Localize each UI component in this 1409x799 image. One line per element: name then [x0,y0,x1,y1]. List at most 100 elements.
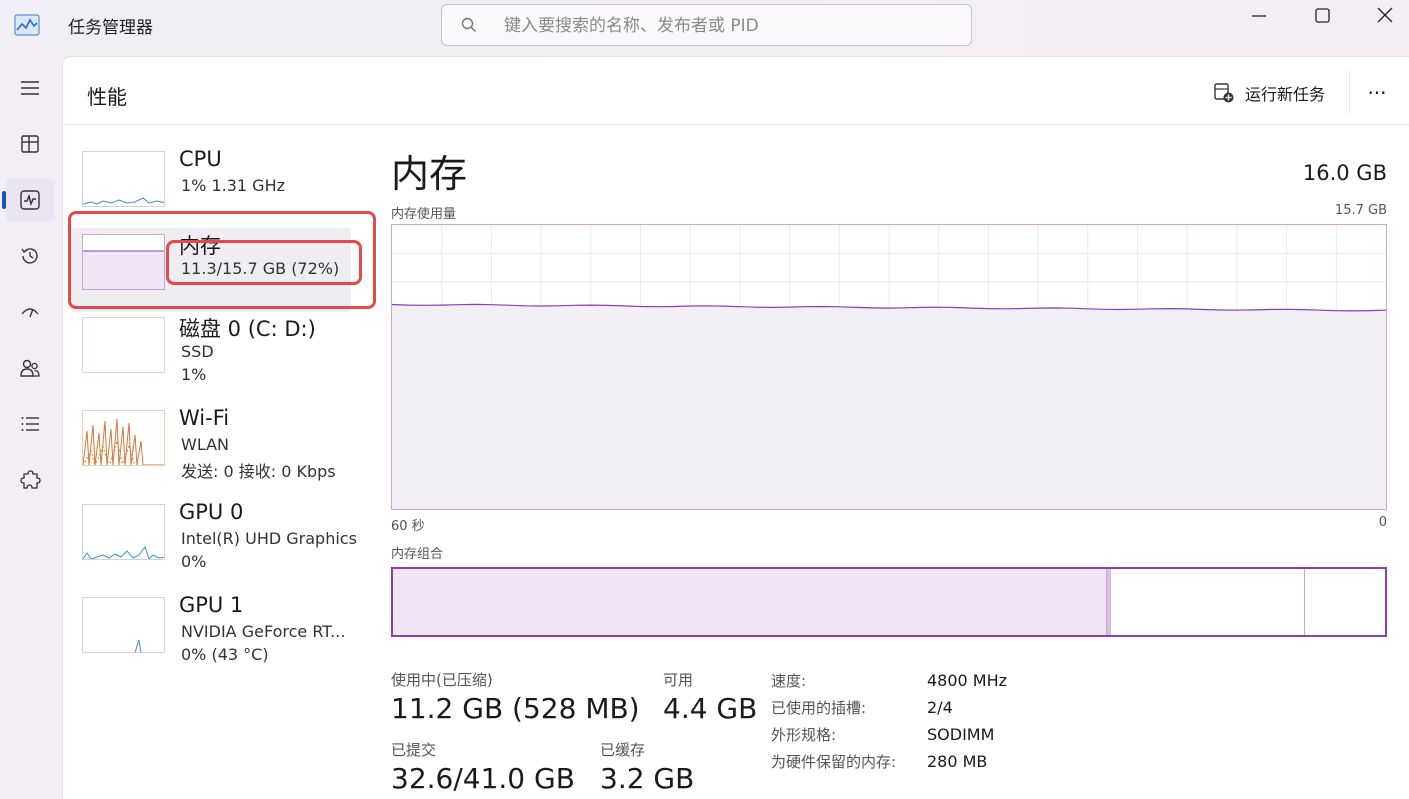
highlight-memory-usage [166,240,362,285]
processes-icon [21,135,39,153]
device-item-disk[interactable]: 磁盘 0 (C: D:) SSD 1% [71,311,351,395]
composition-standby [1303,569,1305,635]
minimize-icon [1252,15,1266,17]
device-detail: WLAN [181,435,230,454]
device-detail-2: 0% (43 °C) [181,645,269,664]
main-panel: 性能 运行新任务 ··· CPU 1% 1.31 GHz 内存 11.3/15.… [62,56,1409,799]
stat-label: 可用 [663,671,694,689]
minimize-button[interactable] [1236,4,1282,28]
hamburger-icon [21,81,39,95]
users-icon [20,359,40,377]
spec-value: SODIMM [927,725,995,744]
memory-usage-graph [391,224,1387,510]
stat-value: 4.4 GB [663,692,758,725]
nav-menu-button[interactable] [6,66,54,110]
spec-row-form-factor: 外形规格: SODIMM [771,724,1007,751]
stat-cached: 已缓存 3.2 GB [600,739,694,795]
startup-speedometer-icon [21,308,39,318]
device-detail-2: 1% [181,365,207,384]
device-title: Wi-Fi [179,406,230,430]
more-options-icon: ··· [1367,81,1387,105]
device-title: CPU [179,147,222,171]
stat-committed: 已提交 32.6/41.0 GB [391,739,575,795]
spec-value: 2/4 [927,698,953,717]
stat-value: 32.6/41.0 GB [391,762,575,795]
close-icon [1377,7,1393,23]
device-item-wifi[interactable]: Wi-Fi WLAN 发送: 0 接收: 0 Kbps [71,404,351,488]
details-list-icon [21,417,39,431]
run-new-task-button[interactable]: 运行新任务 [1213,79,1325,107]
performance-icon [20,190,40,210]
memory-total: 16.0 GB [1302,161,1387,185]
disk-mini-graph [82,317,165,373]
nav-startup-apps[interactable] [6,290,54,334]
usage-graph-max: 15.7 GB [1334,203,1387,218]
spec-value: 4800 MHz [927,671,1008,690]
search-box[interactable] [441,4,972,46]
device-detail-2: 0% [181,552,207,571]
services-puzzle-icon [20,470,41,489]
memory-composition-bar [391,567,1387,637]
nav-rail [0,56,62,799]
memory-detail: 内存 16.0 GB 内存使用量 15.7 GB 60 秒 0 内存组合 使用中… [391,125,1387,799]
memory-title: 内存 [391,152,468,196]
run-task-label: 运行新任务 [1245,85,1326,104]
memory-usage-plot [391,225,1387,509]
task-manager-app-icon [14,14,40,36]
stat-label: 使用中(已压缩) [391,671,493,689]
device-item-gpu1[interactable]: GPU 1 NVIDIA GeForce RT... 0% (43 °C) [71,591,351,675]
composition-label: 内存组合 [391,547,444,562]
wifi-mini-graph [82,410,165,466]
title-bar: 任务管理器 [0,0,1409,56]
spec-row-speed: 速度: 4800 MHz [771,670,1007,697]
time-axis-start: 60 秒 [391,519,425,534]
spec-key: 外形规格: [771,726,837,744]
usage-graph-label: 内存使用量 [391,207,457,222]
device-title: GPU 1 [179,593,244,617]
device-detail: SSD [181,342,214,361]
header-divider [1349,71,1350,113]
nav-app-history[interactable] [6,234,54,278]
nav-performance[interactable] [2,178,54,222]
spec-key: 已使用的插槽: [771,699,867,717]
close-button[interactable] [1362,4,1408,28]
device-detail-2: 发送: 0 接收: 0 Kbps [181,462,336,481]
device-detail: 1% 1.31 GHz [181,176,286,195]
nav-details[interactable] [6,402,54,446]
nav-services[interactable] [6,458,54,502]
spec-row-reserved: 为硬件保留的内存: 280 MB [771,751,1007,778]
cpu-mini-graph [82,151,165,207]
stat-label: 已缓存 [600,741,646,759]
usage-area [392,304,1386,509]
stat-label: 已提交 [391,741,437,759]
composition-modified [1107,569,1112,635]
device-title: GPU 0 [179,500,244,524]
maximize-icon [1315,8,1330,23]
composition-in-use [393,569,1108,635]
memory-specs: 速度: 4800 MHz 已使用的插槽: 2/4 外形规格: SODIMM 为硬件保留… [771,670,1007,778]
stat-value: 3.2 GB [600,762,695,795]
stat-value: 11.2 GB (528 MB) [391,692,640,725]
spec-key: 速度: [771,672,807,690]
maximize-button[interactable] [1299,4,1345,28]
app-title: 任务管理器 [68,18,153,38]
history-icon [21,248,38,264]
device-item-gpu0[interactable]: GPU 0 Intel(R) UHD Graphics 0% [71,498,357,582]
spec-value: 280 MB [927,752,988,771]
spec-key: 为硬件保留的内存: [771,753,897,771]
time-axis-end: 0 [1378,515,1387,530]
search-icon [461,17,476,32]
nav-users[interactable] [6,346,54,390]
gpu1-mini-graph [82,597,165,653]
stat-available: 可用 4.4 GB [663,669,757,725]
search-input[interactable] [504,14,944,38]
more-options-button[interactable]: ··· [1359,79,1395,107]
page-header: 性能 运行新任务 ··· [63,57,1409,125]
stat-in-use: 使用中(已压缩) 11.2 GB (528 MB) [391,669,640,725]
device-detail: NVIDIA GeForce RT... [181,622,346,641]
device-detail: Intel(R) UHD Graphics [181,529,357,548]
nav-processes[interactable] [6,122,54,166]
gpu0-mini-graph [82,504,165,560]
page-title: 性能 [87,85,127,109]
run-task-icon [1214,83,1234,103]
